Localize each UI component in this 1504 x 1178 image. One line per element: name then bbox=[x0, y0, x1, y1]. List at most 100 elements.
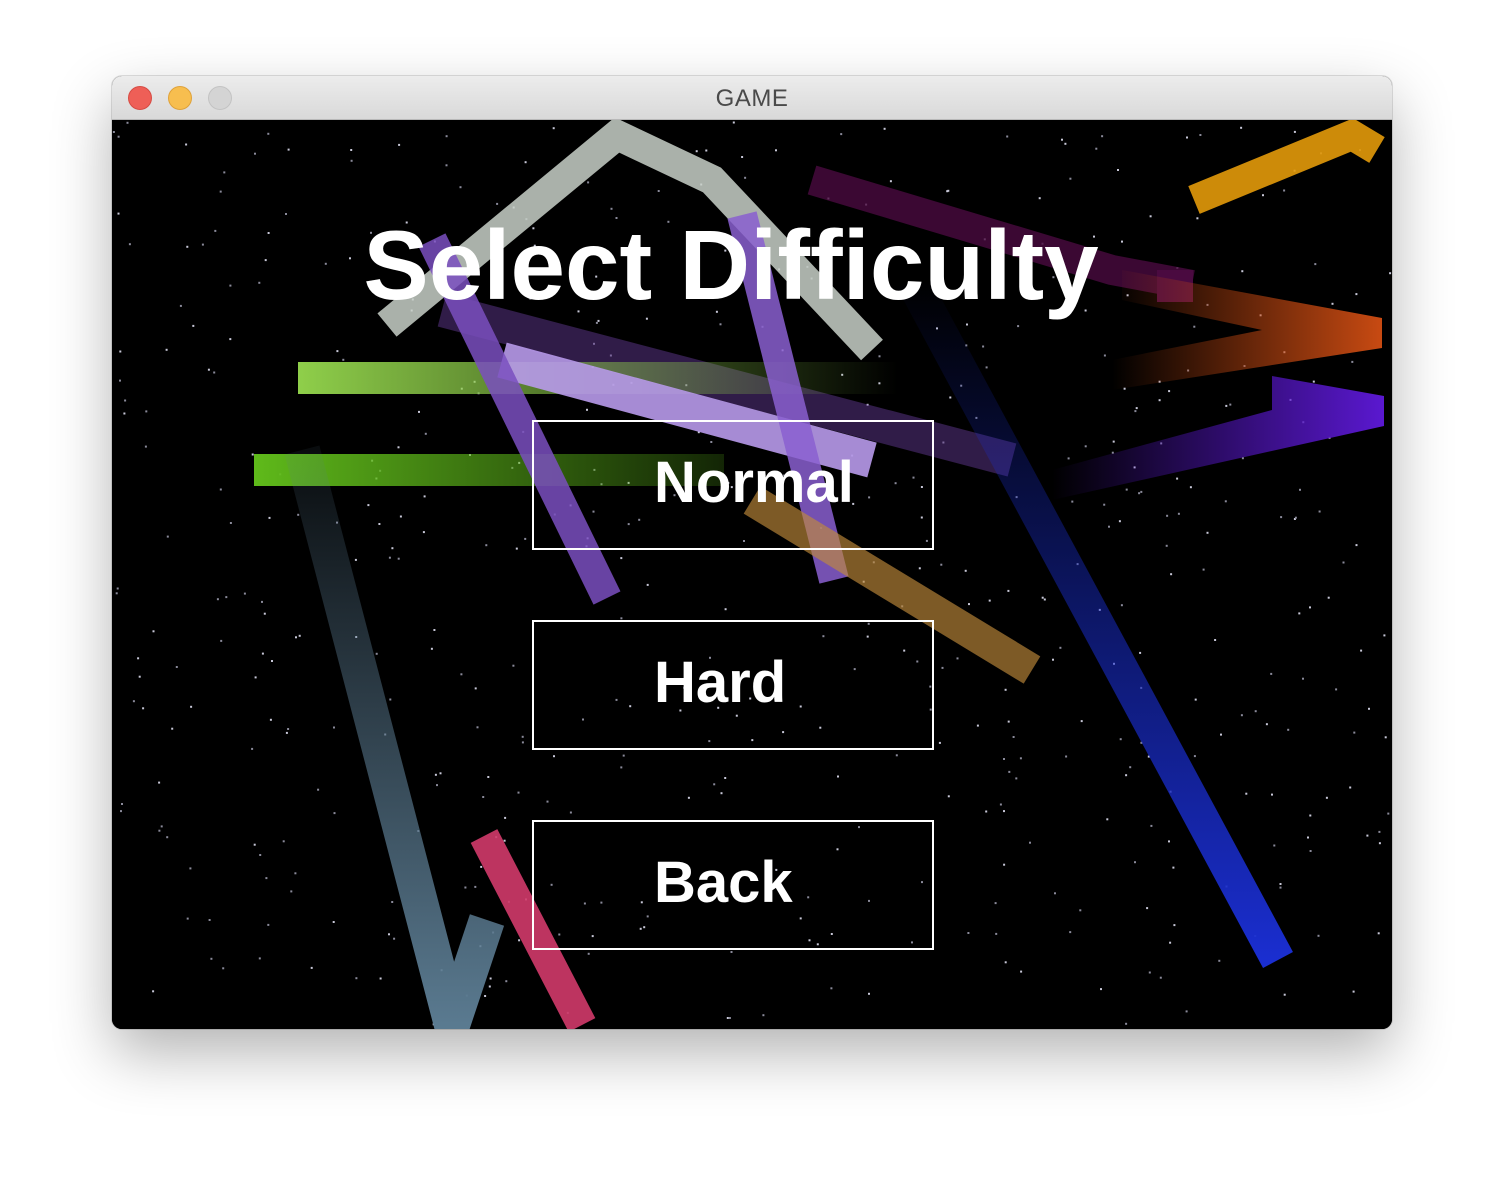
star bbox=[1360, 649, 1363, 652]
star bbox=[587, 181, 590, 184]
star bbox=[1287, 728, 1290, 731]
star bbox=[1240, 126, 1243, 129]
star bbox=[243, 592, 246, 595]
star bbox=[988, 599, 991, 602]
normal-difficulty-button[interactable]: Normal bbox=[532, 420, 934, 550]
star bbox=[1279, 883, 1282, 885]
star bbox=[1166, 514, 1169, 517]
star bbox=[1108, 525, 1110, 528]
star bbox=[985, 810, 988, 813]
star bbox=[379, 977, 382, 980]
star bbox=[1159, 976, 1162, 979]
star bbox=[918, 567, 921, 570]
star bbox=[1135, 407, 1138, 410]
star bbox=[166, 836, 169, 839]
star bbox=[1202, 568, 1205, 571]
star bbox=[586, 408, 588, 411]
star bbox=[223, 171, 226, 174]
star bbox=[1265, 723, 1268, 726]
star bbox=[474, 885, 477, 888]
star bbox=[521, 735, 524, 738]
star bbox=[482, 796, 485, 798]
star bbox=[484, 995, 487, 997]
star bbox=[1351, 360, 1354, 363]
star bbox=[966, 323, 968, 326]
star bbox=[1015, 777, 1018, 780]
star bbox=[1176, 477, 1179, 480]
star bbox=[1271, 793, 1273, 796]
star bbox=[116, 587, 119, 590]
star bbox=[695, 150, 698, 153]
star bbox=[840, 133, 843, 136]
star bbox=[968, 603, 970, 606]
star bbox=[310, 966, 313, 969]
star bbox=[657, 190, 660, 192]
star bbox=[546, 800, 549, 803]
star bbox=[489, 977, 492, 980]
star bbox=[1224, 500, 1227, 503]
star bbox=[120, 810, 122, 813]
star bbox=[1387, 812, 1390, 815]
star bbox=[261, 652, 264, 655]
star bbox=[524, 161, 527, 164]
star bbox=[1283, 189, 1286, 192]
star bbox=[940, 563, 943, 566]
star bbox=[724, 777, 727, 779]
star bbox=[333, 726, 335, 729]
star bbox=[1335, 688, 1338, 691]
star bbox=[1193, 325, 1196, 328]
star bbox=[1353, 731, 1356, 734]
back-button[interactable]: Back bbox=[532, 820, 934, 950]
star bbox=[397, 557, 400, 560]
star bbox=[186, 917, 189, 920]
star bbox=[229, 522, 232, 524]
back-button-label: Back bbox=[654, 850, 793, 915]
star bbox=[1061, 138, 1063, 141]
star bbox=[947, 795, 950, 798]
star bbox=[290, 890, 293, 893]
hard-difficulty-button[interactable]: Hard bbox=[532, 620, 934, 750]
star bbox=[646, 583, 649, 586]
star bbox=[378, 523, 381, 525]
star bbox=[391, 901, 394, 903]
star bbox=[119, 379, 121, 382]
star bbox=[982, 345, 985, 348]
star bbox=[597, 319, 600, 322]
star bbox=[1084, 445, 1087, 448]
star bbox=[1378, 842, 1381, 845]
star bbox=[1125, 1022, 1128, 1025]
star bbox=[132, 700, 135, 703]
star bbox=[1172, 866, 1175, 869]
star bbox=[208, 919, 211, 921]
star bbox=[504, 816, 507, 819]
star bbox=[503, 839, 506, 842]
star bbox=[1100, 988, 1102, 991]
star bbox=[1041, 596, 1044, 599]
star bbox=[1106, 818, 1109, 821]
star bbox=[517, 791, 520, 794]
star bbox=[938, 741, 941, 744]
star bbox=[587, 952, 590, 955]
star bbox=[728, 1017, 731, 1019]
star bbox=[355, 977, 358, 980]
star bbox=[524, 537, 527, 540]
star bbox=[1146, 907, 1149, 910]
star bbox=[142, 707, 145, 710]
star bbox=[1193, 755, 1196, 758]
star bbox=[253, 843, 256, 846]
star bbox=[1008, 770, 1011, 773]
star bbox=[158, 781, 161, 784]
star bbox=[994, 902, 997, 905]
star bbox=[889, 180, 892, 183]
star bbox=[298, 634, 301, 637]
star bbox=[1101, 135, 1104, 138]
star bbox=[144, 445, 147, 448]
game-canvas[interactable]: Select Difficulty Normal Hard Back bbox=[112, 120, 1392, 1029]
star bbox=[464, 886, 467, 889]
star bbox=[350, 159, 353, 162]
star bbox=[1199, 134, 1202, 136]
star bbox=[265, 877, 268, 880]
title-bar[interactable]: GAME bbox=[112, 76, 1392, 120]
star bbox=[1125, 774, 1128, 777]
star bbox=[1240, 714, 1243, 717]
